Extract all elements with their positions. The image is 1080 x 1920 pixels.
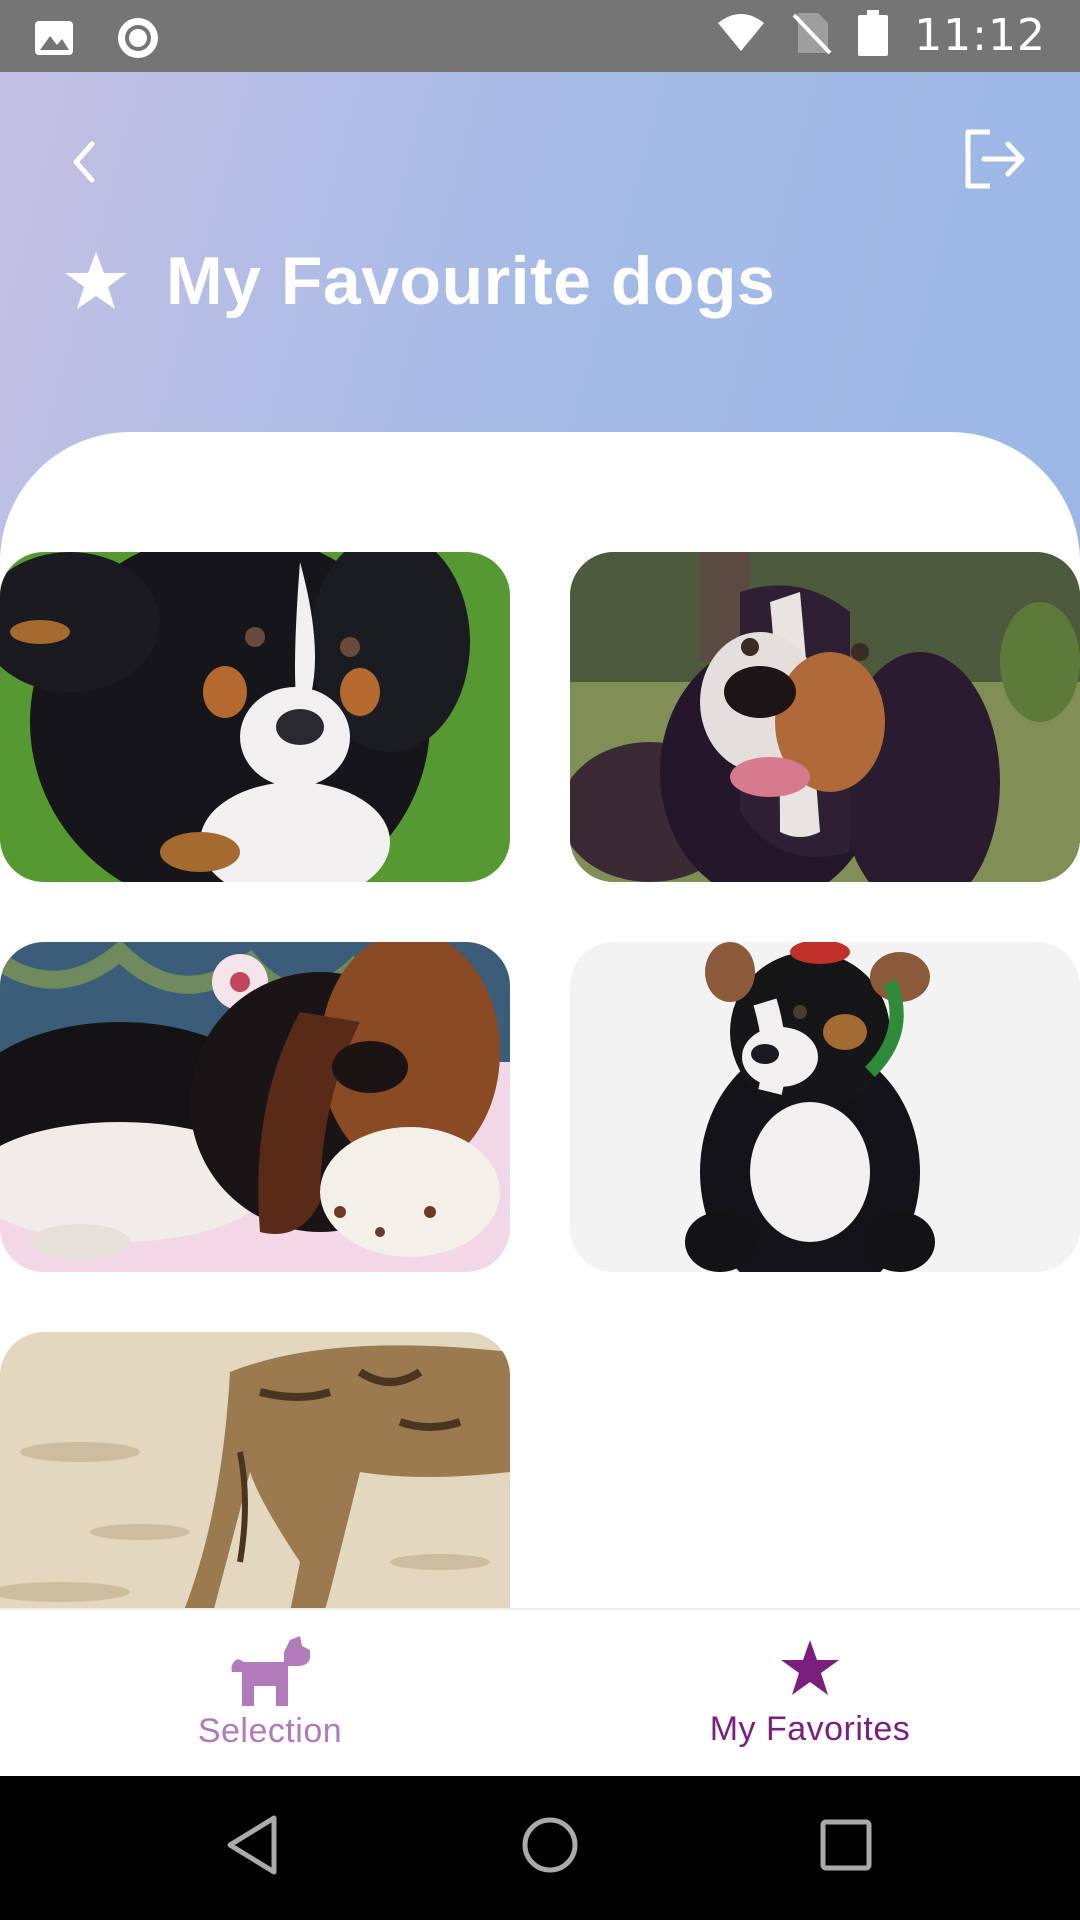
- square-recents-icon: [820, 1819, 872, 1871]
- no-sim-icon: [792, 11, 832, 60]
- system-home-button[interactable]: [520, 1814, 580, 1881]
- triangle-back-icon: [227, 1815, 277, 1875]
- chevron-left-icon: [73, 141, 95, 183]
- system-recents-button[interactable]: [818, 1814, 874, 1881]
- status-bar: 11:12: [0, 0, 1080, 72]
- dog-photo-basset-hound-park[interactable]: [570, 552, 1080, 882]
- battery-icon: [858, 10, 889, 61]
- circle-home-icon: [522, 1817, 578, 1873]
- page-title: My Favourite dogs: [166, 243, 776, 319]
- nav-item-selection[interactable]: Selection: [0, 1610, 540, 1776]
- nav-label-my-favorites: My Favorites: [709, 1710, 911, 1748]
- logout-icon: [965, 129, 1025, 189]
- dog-photo-basset-hound-lying[interactable]: [0, 942, 510, 1272]
- wifi-icon: [716, 13, 766, 58]
- system-navigation-bar: [0, 1776, 1080, 1920]
- dog-photo-brindle-dog-sand[interactable]: [0, 1332, 510, 1612]
- circle-record-icon: [116, 16, 160, 65]
- title-row: My Favourite dogs: [64, 242, 775, 320]
- nav-item-my-favorites[interactable]: My Favorites: [540, 1610, 1080, 1776]
- dog-icon: [231, 1636, 310, 1706]
- system-back-button[interactable]: [224, 1814, 280, 1881]
- bottom-navigation: Selection My Favorites: [0, 1608, 1080, 1776]
- nav-label-selection: Selection: [197, 1712, 343, 1750]
- back-button[interactable]: [62, 134, 106, 190]
- star-icon: [781, 1640, 839, 1695]
- star-icon: [65, 252, 127, 309]
- favorites-sheet: [0, 432, 1080, 1612]
- image-icon: [34, 20, 74, 61]
- dog-photo-bernese-snow[interactable]: [570, 942, 1080, 1272]
- dog-photo-bernese-puppy-grass[interactable]: [0, 552, 510, 882]
- status-time: 11:12: [914, 10, 1046, 61]
- logout-button[interactable]: [960, 124, 1030, 194]
